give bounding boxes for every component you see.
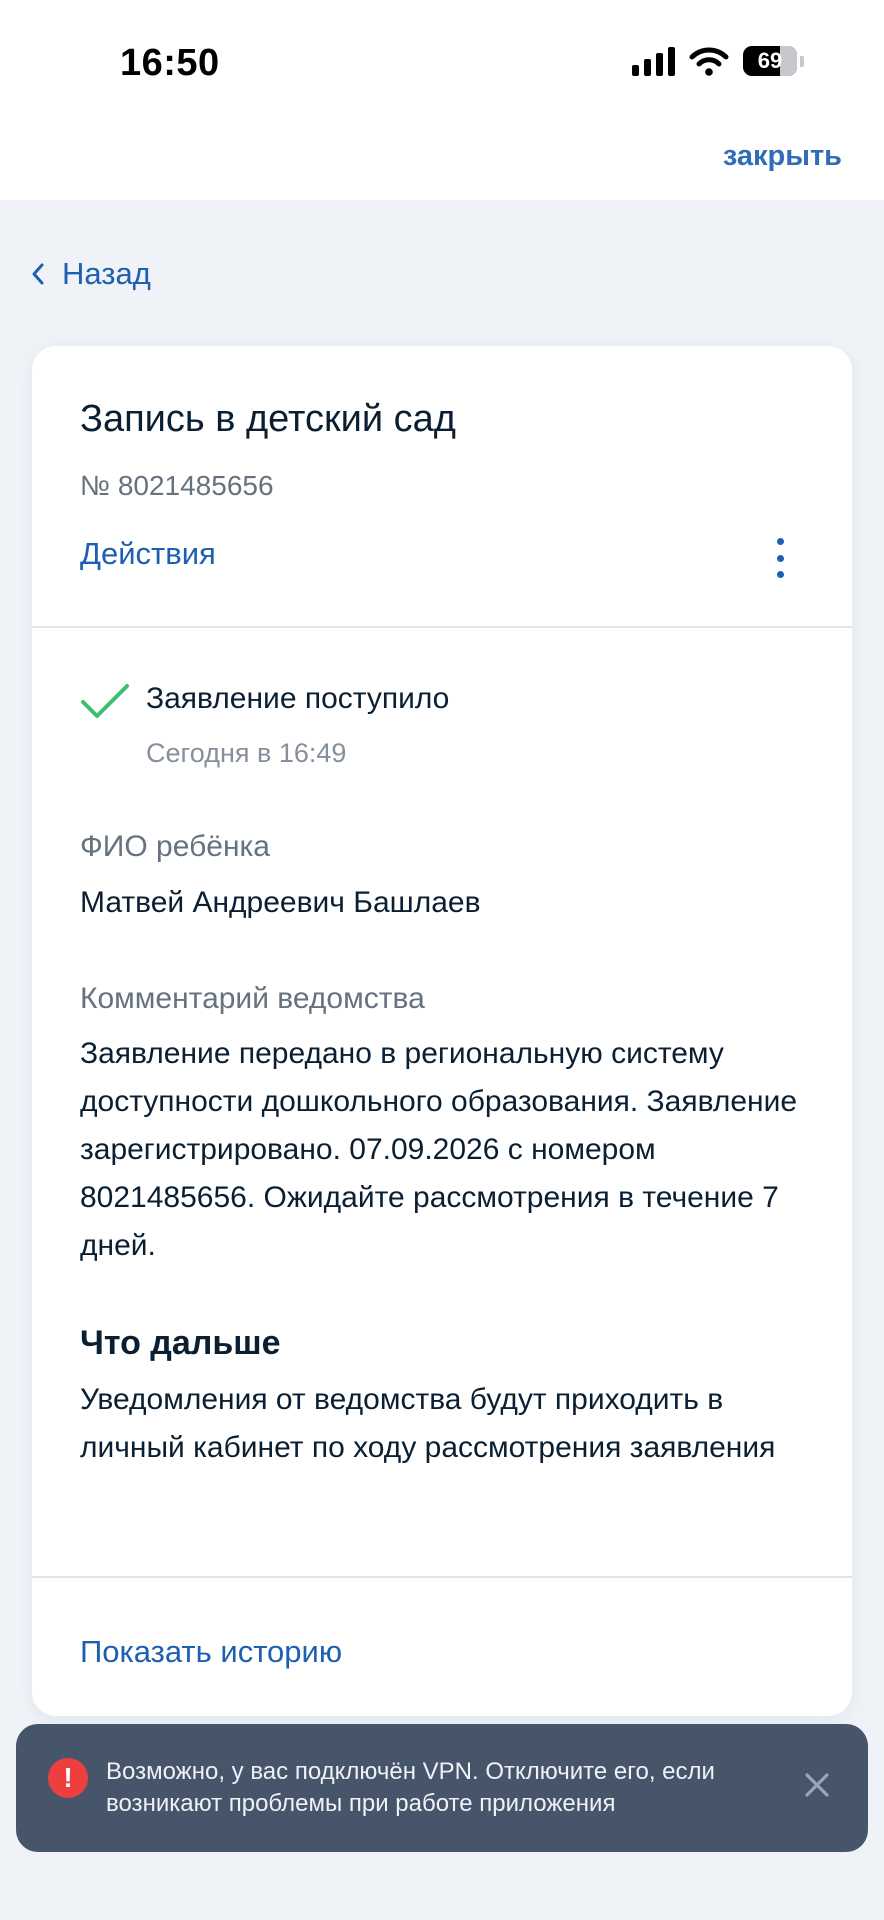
battery-cap bbox=[800, 55, 804, 67]
status-timestamp: Сегодня в 16:49 bbox=[146, 738, 347, 768]
divider bbox=[32, 1576, 852, 1578]
more-options-icon[interactable] bbox=[768, 538, 792, 578]
wifi-icon bbox=[689, 47, 729, 76]
top-bar: 16:50 69 закрыть bbox=[0, 0, 884, 200]
toast-message: Возможно, у вас подключён VPN. Отключите… bbox=[106, 1758, 715, 1817]
next-steps-title: Что дальше bbox=[80, 1324, 281, 1362]
application-number: № 8021485656 bbox=[80, 470, 274, 501]
chevron-left-icon bbox=[32, 263, 44, 285]
actions-button[interactable]: Действия bbox=[80, 536, 216, 572]
close-icon[interactable] bbox=[802, 1770, 832, 1800]
divider bbox=[32, 626, 852, 628]
status-time: 16:50 bbox=[120, 42, 220, 84]
comment-label: Комментарий ведомства bbox=[80, 982, 425, 1015]
close-button[interactable]: закрыть bbox=[723, 140, 842, 173]
application-card: Запись в детский сад № 8021485656 Действ… bbox=[32, 346, 852, 1716]
checkmark-icon bbox=[81, 684, 129, 718]
battery-level: 69 bbox=[757, 48, 783, 73]
back-label: Назад bbox=[62, 256, 151, 291]
vpn-warning-toast: ! Возможно, у вас подключён VPN. Отключи… bbox=[16, 1724, 868, 1852]
back-button[interactable]: Назад bbox=[30, 256, 151, 292]
status-title: Заявление поступило bbox=[146, 682, 450, 715]
child-name-value: Матвей Андреевич Башлаев bbox=[80, 886, 481, 919]
battery-icon: 69 bbox=[743, 46, 797, 76]
show-history-link[interactable]: Показать историю bbox=[80, 1634, 342, 1670]
application-title: Запись в детский сад bbox=[80, 398, 456, 440]
signal-icon bbox=[632, 46, 675, 76]
status-icons: 69 bbox=[632, 46, 804, 76]
child-name-label: ФИО ребёнка bbox=[80, 830, 270, 863]
next-steps-text: Уведомления от ведомства будут приходить… bbox=[80, 1383, 776, 1464]
comment-text: Заявление передано в региональную систем… bbox=[80, 1037, 798, 1262]
screen: 16:50 69 закрыть Назад Запись в детский … bbox=[0, 0, 884, 1920]
error-icon: ! bbox=[48, 1758, 88, 1798]
